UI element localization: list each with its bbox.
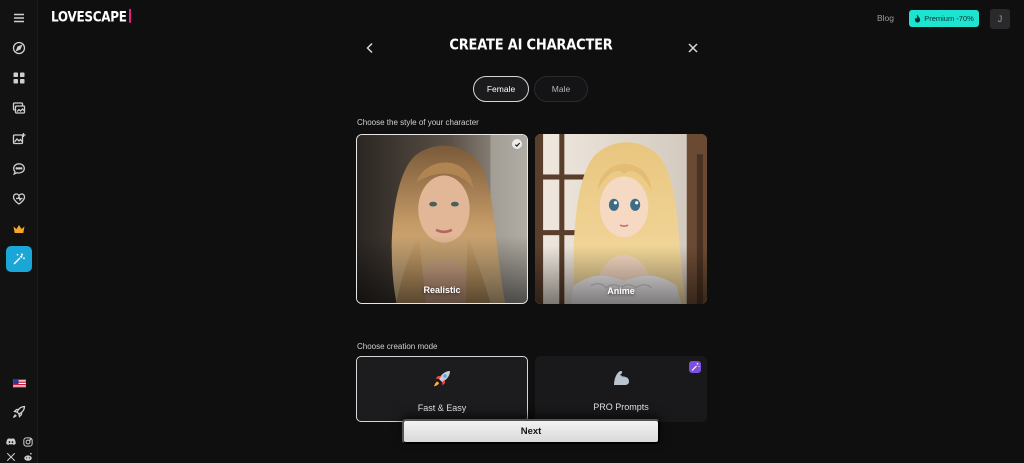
rocket-icon[interactable]	[6, 399, 32, 425]
mode-label-pro-prompts: PRO Prompts	[593, 402, 649, 412]
chat-icon[interactable]	[6, 156, 32, 182]
mode-card-pro-prompts[interactable]: PRO Prompts	[535, 356, 707, 422]
discord-icon[interactable]	[5, 436, 17, 448]
tab-female[interactable]: Female	[473, 76, 529, 102]
reddit-icon[interactable]	[22, 451, 34, 463]
flexed-arm-icon	[614, 371, 629, 385]
close-icon[interactable]	[686, 41, 700, 55]
mode-card-fast-easy[interactable]: Fast & Easy	[356, 356, 528, 422]
instagram-icon[interactable]	[22, 436, 34, 448]
chevron-left-icon[interactable]	[363, 41, 377, 55]
page-title: CREATE AI CHARACTER	[449, 36, 613, 55]
magic-wand-icon	[689, 361, 701, 373]
style-label-realistic: Realistic	[423, 285, 461, 295]
image-add-icon[interactable]	[6, 126, 32, 152]
style-card-anime[interactable]: Anime	[535, 134, 707, 304]
grid-icon[interactable]	[6, 65, 32, 91]
premium-label: Premium -70%	[924, 14, 974, 23]
compass-icon[interactable]	[6, 35, 32, 61]
rocket-icon	[434, 371, 450, 387]
tab-male[interactable]: Male	[534, 76, 588, 102]
x-icon[interactable]	[5, 451, 17, 463]
magic-wand-icon[interactable]	[6, 246, 32, 272]
brand-logo[interactable]: LOVESCAPE	[51, 8, 131, 26]
style-section-label: Choose the style of your character	[357, 118, 479, 127]
check-icon	[512, 139, 522, 149]
style-label-anime: Anime	[607, 286, 635, 296]
logo-accent-bar	[128, 8, 131, 23]
sidebar	[0, 0, 38, 463]
menu-icon[interactable]	[6, 5, 32, 31]
gallery-icon[interactable]	[6, 95, 32, 121]
brand-logo-text: LOVESCAPE	[51, 8, 127, 26]
flame-icon	[915, 14, 921, 22]
mode-label-fast-easy: Fast & Easy	[417, 403, 467, 413]
style-card-realistic[interactable]: Realistic	[356, 134, 528, 304]
next-button[interactable]: Next	[402, 419, 660, 444]
premium-button[interactable]: Premium -70%	[909, 10, 979, 27]
realistic-portrait-image	[357, 135, 527, 303]
avatar[interactable]: J	[990, 9, 1010, 29]
crown-icon[interactable]	[6, 216, 32, 242]
blog-link[interactable]: Blog	[877, 13, 894, 23]
us-flag-icon[interactable]	[6, 370, 32, 396]
heart-icon[interactable]	[6, 186, 32, 212]
anime-portrait-image	[535, 134, 707, 304]
mode-section-label: Choose creation mode	[357, 342, 438, 351]
